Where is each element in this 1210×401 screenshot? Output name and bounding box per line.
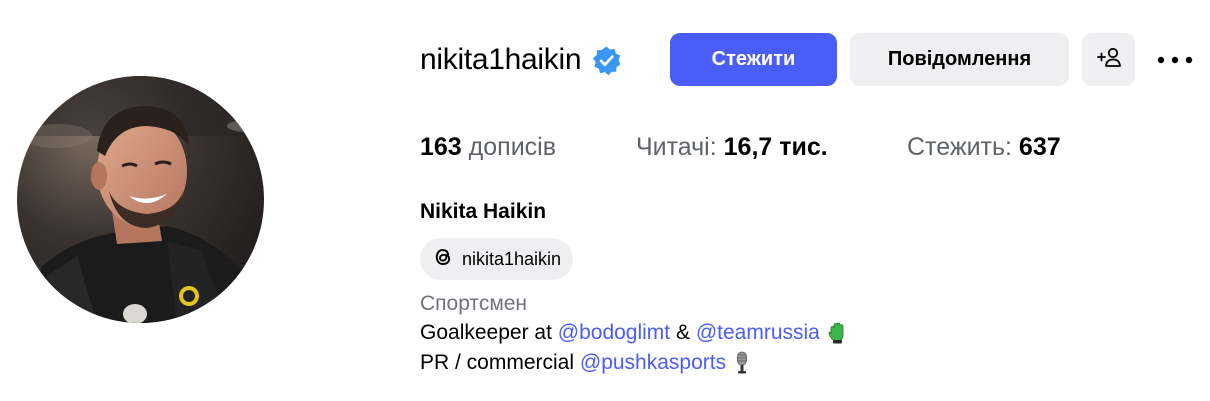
bio-text: Goalkeeper at [420,321,552,344]
posts-count: 163 [420,133,462,161]
username: nikita1haikin [420,43,582,76]
microphone-emoji-icon [734,351,750,375]
followers-stat[interactable]: Читачі: 16,7 тис. [636,133,828,162]
follow-button[interactable]: Стежити [670,33,837,86]
following-stat[interactable]: Стежить: 637 [907,133,1061,162]
bio-text: & [675,321,690,344]
mention-link-teamrussia[interactable]: @teamrussia [696,321,820,345]
full-name: Nikita Haikin [420,200,547,223]
following-label: Стежить: [907,133,1012,161]
mention-link-pushkasports[interactable]: @pushkasports [580,351,726,375]
threads-link[interactable]: nikita1haikin [420,238,574,280]
avatar-photo [17,76,264,323]
username-row: nikita1haikin [420,33,622,87]
following-count: 637 [1018,133,1061,161]
threads-handle: nikita1haikin [462,248,562,269]
mention-link-bodoglimt[interactable]: @bodoglimt [558,321,670,345]
followers-count: 16,7 тис. [723,133,828,161]
message-button[interactable]: Повідомлення [850,33,1069,86]
verified-badge-icon [591,45,622,76]
profile-avatar[interactable] [17,76,264,323]
followers-label: Читачі: [636,133,717,161]
posts-label: дописів [468,133,557,161]
posts-stat: 163 дописів [420,133,556,162]
more-horizontal-icon [1157,51,1193,69]
bio-text: PR / commercial [420,351,575,374]
person-plus-icon [1096,46,1122,74]
more-options-button[interactable] [1150,40,1200,80]
profile-category: Спортсмен [420,292,528,315]
bio-line-1: Goalkeeper at @bodoglimt & @teamrussia [420,321,846,345]
green-glove-emoji-icon [828,322,846,344]
threads-icon [432,245,454,274]
bio-line-2: PR / commercial @pushkasports [420,351,750,375]
suggest-user-button[interactable] [1082,33,1135,86]
